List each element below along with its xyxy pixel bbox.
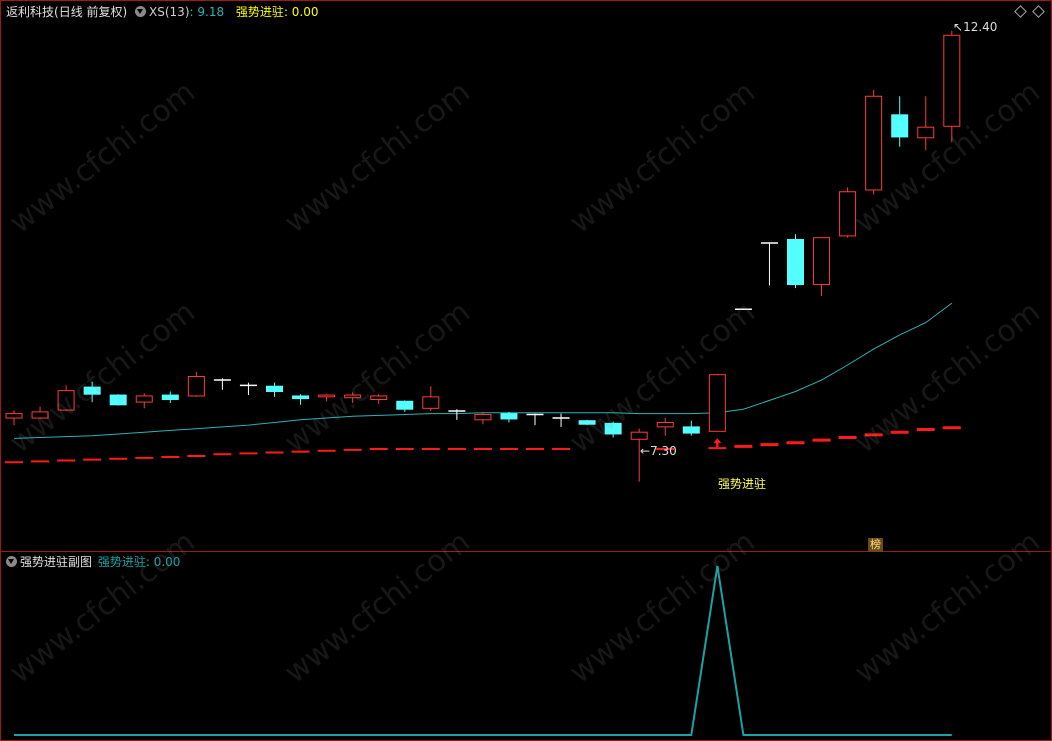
candle-body bbox=[187, 375, 205, 397]
sub-panel-title: 强势进驻副图 bbox=[20, 555, 93, 569]
candle-body bbox=[891, 114, 909, 138]
candle-body bbox=[422, 396, 440, 409]
candle-body bbox=[83, 386, 101, 395]
candle-body bbox=[708, 374, 726, 432]
signal-arrow-icon bbox=[713, 438, 722, 448]
candle-body bbox=[31, 411, 49, 419]
min-price-label: ←7.30 bbox=[640, 444, 677, 458]
sub-series-name: 强势进驻 bbox=[97, 555, 146, 569]
signal-value: : 0.00 bbox=[283, 5, 319, 19]
candle-body bbox=[5, 413, 23, 419]
candle-body bbox=[813, 237, 831, 286]
candle-body bbox=[292, 395, 310, 400]
candle-body bbox=[109, 394, 127, 406]
candle-body bbox=[266, 385, 283, 393]
stock-name: 返利科技 bbox=[6, 5, 55, 19]
candle-body bbox=[630, 431, 648, 440]
candle-body bbox=[578, 420, 596, 425]
max-price-label: ↖12.40 bbox=[953, 20, 998, 34]
sub-panel-menu-icon[interactable] bbox=[6, 556, 17, 567]
candle-body bbox=[370, 395, 388, 400]
period-label: (日线 前复权) bbox=[54, 5, 128, 19]
signal-annotation: 强势进驻 bbox=[718, 477, 767, 491]
candle-body bbox=[500, 413, 518, 420]
candle-body bbox=[656, 421, 674, 428]
candle-body bbox=[135, 395, 153, 403]
candle-body bbox=[682, 426, 700, 434]
candle-body bbox=[917, 126, 935, 139]
candle-body bbox=[161, 394, 179, 400]
candle-body bbox=[943, 34, 961, 127]
candle-body bbox=[865, 95, 883, 191]
candle-body bbox=[474, 414, 492, 421]
ranking-badge[interactable]: 榜 bbox=[868, 538, 883, 552]
min-price-value: 7.30 bbox=[650, 444, 677, 458]
candle-body bbox=[604, 422, 622, 435]
signal-name: 强势进驻 bbox=[235, 5, 284, 19]
indicator-name: XS(13) bbox=[149, 5, 190, 19]
main-panel-header: 返利科技(日线 前复权) XS(13): 9.18 强势进驻: 0.00 bbox=[6, 5, 319, 19]
candle-body bbox=[787, 238, 804, 286]
window-border bbox=[0, 0, 1052, 741]
indicator-menu-icon[interactable] bbox=[135, 6, 147, 17]
candle-body bbox=[57, 390, 75, 411]
candle-body bbox=[396, 400, 414, 410]
candle-body bbox=[839, 191, 857, 237]
indicator-value: : 9.18 bbox=[189, 5, 225, 19]
sub-panel-header: 强势进驻副图 强势进驻: 0.00 bbox=[6, 555, 180, 569]
chart-canvas bbox=[0, 0, 1052, 741]
max-price-value: 12.40 bbox=[963, 20, 998, 34]
sub-series-value: : 0.00 bbox=[145, 555, 181, 569]
candle-body bbox=[344, 394, 362, 399]
candle-body bbox=[318, 394, 336, 398]
sub-series-line bbox=[14, 565, 952, 736]
